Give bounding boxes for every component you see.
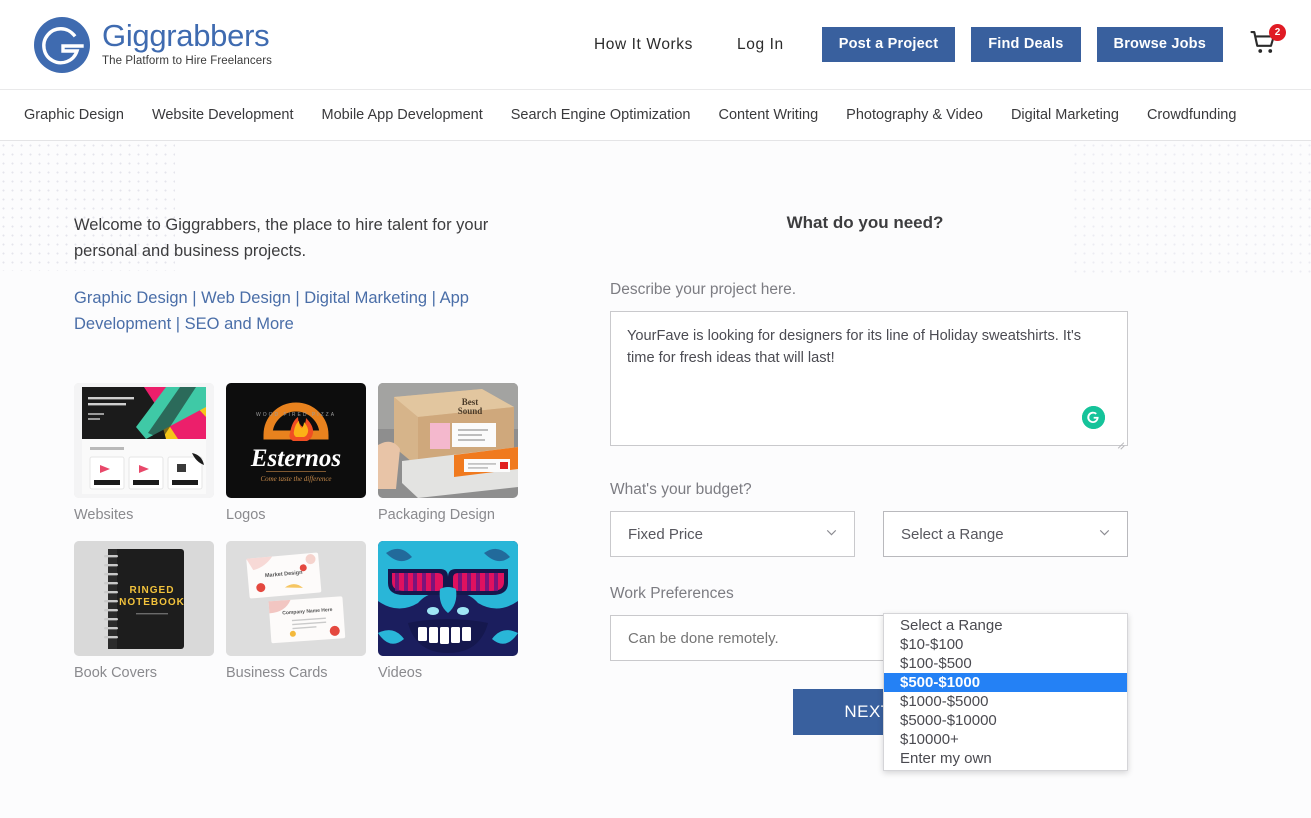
logo[interactable]: Giggrabbers The Platform to Hire Freelan… [32,15,272,75]
dropdown-option[interactable]: $10-$100 [884,635,1127,654]
thumb-label: Websites [74,507,134,524]
find-deals-button[interactable]: Find Deals [971,27,1081,62]
dropdown-option[interactable]: Select a Range [884,616,1127,635]
form-title: What do you need? [786,213,944,232]
budget-range-select[interactable]: Select a Range [883,511,1128,557]
services-links[interactable]: Graphic Design | Web Design | Digital Ma… [74,286,504,337]
chevron-down-icon [1096,524,1113,545]
project-form: What do you need? Describe your project … [600,213,1240,771]
thumb-label: Videos [378,665,423,682]
category-nav-bar: Graphic Design Website Development Mobil… [0,89,1311,141]
budget-range-dropdown-list[interactable]: Select a Range $10-$100 $100-$500 $500-$… [883,613,1128,771]
category-website-development[interactable]: Website Development [138,107,308,123]
svg-text:WOOD FIRED PIZZA: WOOD FIRED PIZZA [256,412,336,418]
websites-thumbnail-image [74,383,214,499]
thumb-label: Logos [226,507,266,524]
dropdown-option-selected[interactable]: $500-$1000 [884,673,1127,692]
browse-jobs-button[interactable]: Browse Jobs [1096,27,1223,62]
cart-button[interactable]: 2 [1249,23,1286,63]
thumb-business-cards[interactable]: Market Design Company Name Here Business… [226,541,366,681]
category-mobile-app-development[interactable]: Mobile App Development [308,107,497,123]
giggrabbers-logo-icon [32,15,92,75]
svg-text:Sound: Sound [458,406,483,416]
budget-range-value: Select a Range [901,525,1004,543]
textarea-resize-handle[interactable] [1116,439,1126,449]
dropdown-option[interactable]: $5000-$10000 [884,711,1127,730]
thumb-videos[interactable]: Videos [378,541,518,681]
cart-count-badge: 2 [1269,23,1286,41]
dropdown-option[interactable]: $1000-$5000 [884,692,1127,711]
budget-selects-row: Fixed Price Select a Range [610,511,1240,557]
site-header: Giggrabbers The Platform to Hire Freelan… [0,0,1311,89]
header-nav: How It Works Log In Post a Project Find … [572,23,1287,63]
category-content-writing[interactable]: Content Writing [705,107,833,123]
dropdown-option[interactable]: $10000+ [884,730,1127,749]
price-type-select[interactable]: Fixed Price [610,511,855,557]
thumb-book-covers[interactable]: RINGED NOTEBOOK Book Covers [74,541,214,681]
describe-project-label: Describe your project here. [610,281,797,298]
thumb-label: Business Cards [226,665,328,682]
hero-section: Welcome to Giggrabbers, the place to hir… [0,141,1311,818]
price-type-value: Fixed Price [628,525,704,543]
project-description-input[interactable] [610,311,1128,446]
logo-tagline: The Platform to Hire Freelancers [102,54,273,67]
book-covers-thumbnail-image: RINGED NOTEBOOK [74,541,214,657]
dropdown-option[interactable]: $100-$500 [884,654,1127,673]
svg-text:Esternos: Esternos [250,445,341,472]
videos-thumbnail-image [378,541,518,657]
category-search-engine-optimization[interactable]: Search Engine Optimization [497,107,705,123]
category-digital-marketing[interactable]: Digital Marketing [997,107,1133,123]
post-a-project-button[interactable]: Post a Project [821,27,956,62]
thumb-label: Book Covers [74,665,158,682]
thumb-websites[interactable]: Websites [74,383,214,523]
chevron-down-icon [823,524,840,545]
intro-column: Welcome to Giggrabbers, the place to hir… [0,213,600,735]
svg-text:NOTEBOOK: NOTEBOOK [119,597,185,608]
category-graphic-design[interactable]: Graphic Design [10,107,138,123]
thumb-label: Packaging Design [378,507,495,524]
grammarly-icon[interactable] [1082,406,1105,429]
nav-log-in[interactable]: Log In [715,36,806,54]
category-photography-video[interactable]: Photography & Video [832,107,997,123]
nav-how-it-works[interactable]: How It Works [572,36,715,54]
packaging-design-thumbnail-image: Best Sound [378,383,518,499]
welcome-text: Welcome to Giggrabbers, the place to hir… [74,216,489,260]
dropdown-option[interactable]: Enter my own [884,749,1127,768]
logo-name: Giggrabbers [102,17,270,53]
category-thumbnail-grid: Websites Esternos Come taste the differe… [74,383,600,681]
work-preferences-label: Work Preferences [610,585,734,602]
logos-thumbnail-image: Esternos Come taste the difference WOOD … [226,383,366,499]
business-cards-thumbnail-image: Market Design Company Name Here [226,541,366,657]
thumb-logos[interactable]: Esternos Come taste the difference WOOD … [226,383,366,523]
thumb-packaging-design[interactable]: Best Sound Packaging Design [378,383,518,523]
svg-text:RINGED: RINGED [130,585,175,596]
category-crowdfunding[interactable]: Crowdfunding [1133,107,1250,123]
shopping-cart-icon [1249,30,1279,61]
budget-label: What's your budget? [610,481,752,498]
svg-text:Come taste the difference: Come taste the difference [260,475,331,483]
